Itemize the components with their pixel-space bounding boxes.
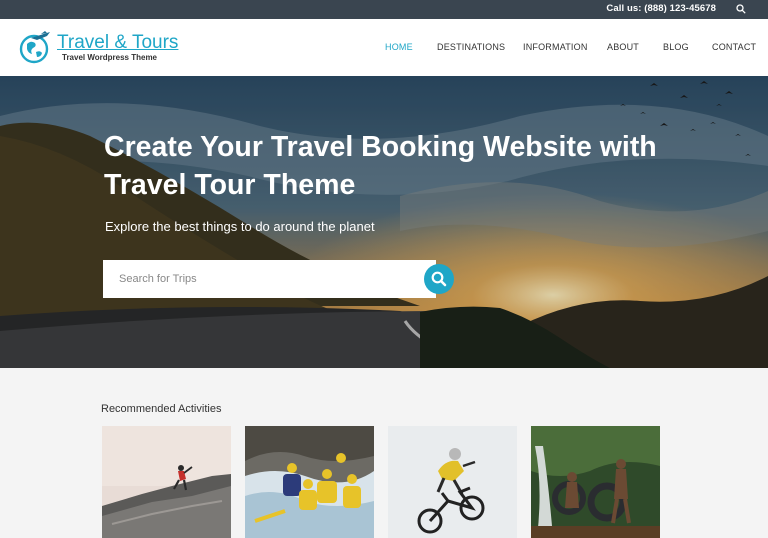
nav-contact[interactable]: CONTACT [712, 42, 756, 52]
mountain-biking-photo [388, 426, 517, 538]
trip-search-input[interactable] [103, 260, 436, 298]
activity-card-biking[interactable] [388, 426, 517, 538]
call-us-text: Call us: (888) 123-45678 [606, 3, 716, 14]
hero-title: Create Your Travel Booking Website with … [104, 131, 657, 201]
hero-subtitle: Explore the best things to do around the… [105, 219, 375, 234]
waterfall-tubing-photo [531, 426, 660, 538]
nav-destinations[interactable]: DESTINATIONS [437, 42, 505, 52]
search-icon[interactable] [736, 4, 746, 14]
rafting-photo [245, 426, 374, 538]
recommended-activities-title: Recommended Activities [101, 403, 222, 415]
activity-card-tubing[interactable] [531, 426, 660, 538]
site-header: Travel & Tours Travel Wordpress Theme HO… [0, 19, 768, 76]
main-nav: HOME DESTINATIONS INFORMATION ABOUT BLOG… [0, 19, 768, 76]
rock-climbing-photo [102, 426, 231, 538]
hero-banner: Create Your Travel Booking Website with … [0, 76, 768, 368]
top-bar: Call us: (888) 123-45678 [0, 0, 768, 19]
activity-card-climbing[interactable] [102, 426, 231, 538]
nav-home[interactable]: HOME [385, 42, 413, 52]
nav-information[interactable]: INFORMATION [523, 42, 588, 52]
trip-search-button[interactable] [424, 264, 454, 294]
nav-blog[interactable]: BLOG [663, 42, 689, 52]
search-icon [431, 271, 447, 287]
nav-about[interactable]: ABOUT [607, 42, 639, 52]
activity-card-rafting[interactable] [245, 426, 374, 538]
